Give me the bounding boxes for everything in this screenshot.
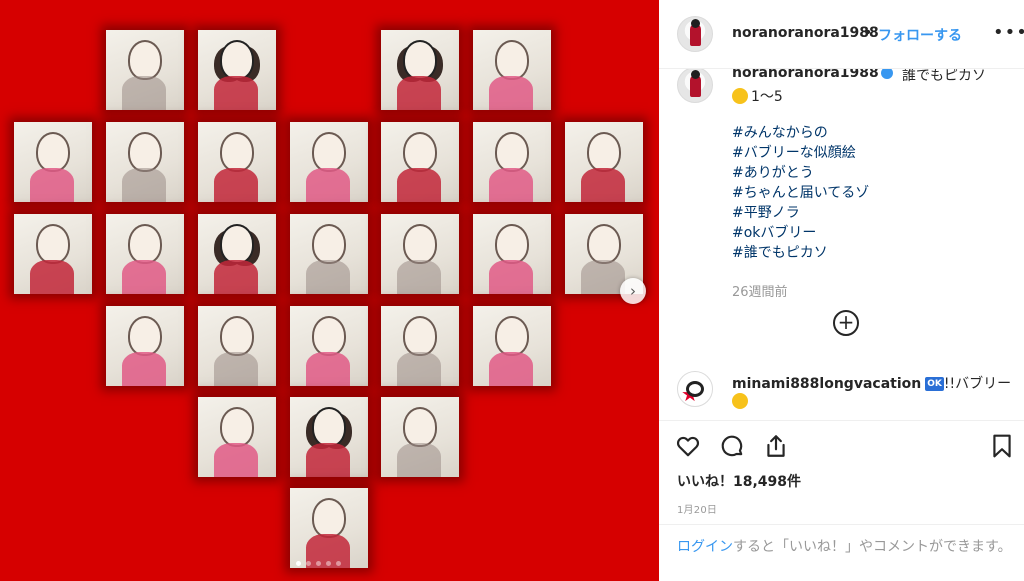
face-emoji-icon	[732, 88, 748, 104]
more-options-icon[interactable]: •••	[993, 22, 1024, 43]
comment-icon[interactable]	[719, 433, 745, 459]
login-prompt: ログインすると「いいね！」やコメントができます。	[659, 524, 1024, 581]
carousel-dot	[336, 561, 341, 566]
load-more-comments-button[interactable]: +	[833, 310, 859, 336]
drawing-tile	[14, 122, 92, 202]
hashtag-link[interactable]: #平野ノラ	[732, 203, 869, 223]
post-image[interactable]: ›	[0, 0, 659, 581]
drawing-tile	[290, 122, 368, 202]
post-header: noranoranora1988 • フォローする •••	[659, 0, 1024, 68]
author-username[interactable]: noranoranora1988	[732, 25, 879, 41]
drawing-tile	[473, 122, 551, 202]
post-date: 1月20日	[677, 505, 718, 516]
caption-line: 1～5	[732, 86, 783, 106]
drawing-tile	[381, 214, 459, 294]
comments-area: noranoranora1988 誰でもピカソ 1～5 #みんなからの #バブリ…	[659, 68, 1024, 420]
avatar[interactable]	[677, 69, 713, 103]
comment-row: minami888longvacation OK !!バブリー	[732, 373, 1011, 393]
bookmark-icon[interactable]	[989, 433, 1015, 459]
hashtag-link[interactable]: #ちゃんと届いてるゾ	[732, 183, 869, 203]
drawing-tile	[381, 30, 459, 110]
like-count[interactable]: いいね！18,498件	[677, 471, 801, 491]
post-actions: いいね！18,498件 1月20日	[659, 420, 1024, 524]
drawing-tile	[381, 397, 459, 477]
hashtag-link[interactable]: #okバブリー	[732, 223, 869, 243]
separator-dot: •	[864, 25, 873, 41]
drawing-tile	[473, 30, 551, 110]
drawing-tile	[14, 214, 92, 294]
login-prompt-text: すると「いいね！」やコメントができます。	[733, 539, 1012, 555]
caption-timestamp: 26週間前	[732, 285, 788, 300]
drawing-tile	[198, 122, 276, 202]
follow-button[interactable]: フォローする	[878, 25, 962, 45]
drawing-tile	[473, 306, 551, 386]
drawing-tile	[565, 122, 643, 202]
ok-emoji-icon: OK	[925, 377, 944, 391]
hashtag-link[interactable]: #バブリーな似顔絵	[732, 143, 869, 163]
carousel-dot	[316, 561, 321, 566]
comment-username[interactable]: minami888longvacation	[732, 376, 921, 392]
drawing-tile	[198, 397, 276, 477]
caption-text: 誰でもピカソ	[902, 68, 986, 84]
hashtag-list: #みんなからの #バブリーな似顔絵 #ありがとう #ちゃんと届いてるゾ #平野ノ…	[732, 123, 869, 263]
drawing-tile	[198, 214, 276, 294]
drawing-tile	[106, 214, 184, 294]
drawing-tile	[106, 122, 184, 202]
carousel-dot	[296, 561, 301, 566]
drawing-tile	[106, 30, 184, 110]
carousel-dots	[296, 561, 341, 566]
avatar[interactable]	[677, 16, 713, 52]
comment-item: ★ minami888longvacation OK!!バブリー	[659, 371, 1024, 417]
hashtag-link[interactable]: #みんなからの	[732, 123, 869, 143]
drawing-tile	[290, 306, 368, 386]
comment-text: !!バブリー	[943, 376, 1012, 392]
laughing-emoji-icon	[732, 393, 748, 409]
drawing-tile	[290, 488, 368, 568]
verified-badge-icon	[880, 69, 893, 79]
drawing-tile	[381, 306, 459, 386]
post-side-panel: noranoranora1988 • フォローする ••• noranorano…	[659, 0, 1024, 581]
hashtag-link[interactable]: #誰でもピカソ	[732, 243, 869, 263]
share-icon[interactable]	[763, 433, 789, 459]
drawing-tile	[198, 30, 276, 110]
login-link[interactable]: ログイン	[677, 539, 733, 555]
hashtag-link[interactable]: #ありがとう	[732, 163, 869, 183]
caption-username[interactable]: noranoranora1988	[732, 69, 893, 81]
drawing-tile	[106, 306, 184, 386]
carousel-dot	[306, 561, 311, 566]
drawing-tile	[473, 214, 551, 294]
avatar[interactable]: ★	[677, 371, 713, 407]
drawing-tile	[381, 122, 459, 202]
drawing-tile	[198, 306, 276, 386]
heart-icon[interactable]	[675, 433, 701, 459]
drawing-tile	[290, 214, 368, 294]
carousel-next-button[interactable]: ›	[620, 278, 646, 304]
drawing-tile	[290, 397, 368, 477]
carousel-dot	[326, 561, 331, 566]
